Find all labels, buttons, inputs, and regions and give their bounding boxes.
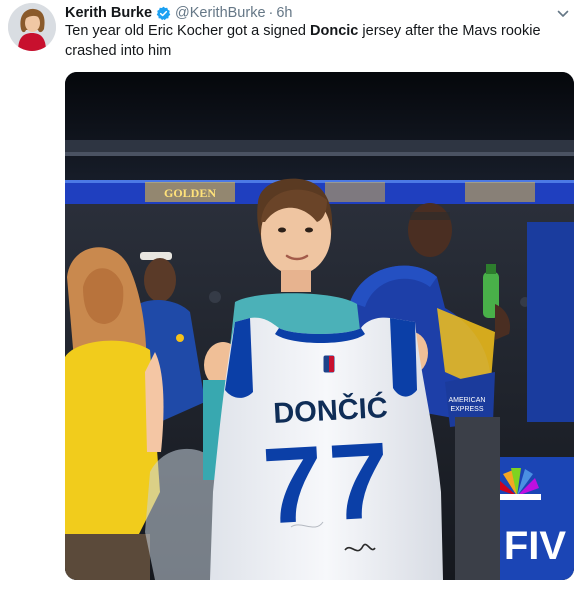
author-name[interactable]: Kerith Burke <box>65 5 152 21</box>
sponsor-board-text: FIV <box>504 524 567 568</box>
tweet-text: Ten year old Eric Kocher got a signed Do… <box>65 21 575 61</box>
tweet-photo[interactable]: GOLDEN FIV AMERICAN EXPRESS DONČIĆ 77 <box>65 72 574 580</box>
jersey-number: 77 <box>260 419 398 547</box>
tweet-header: Kerith Burke @KerithBurke · 6h <box>65 3 293 23</box>
sign-text-line1: AMERICAN <box>449 397 486 404</box>
tweet-text-part: Ten year old Eric Kocher got a signed <box>65 23 311 39</box>
arena-banner-text: GOLDEN <box>164 186 216 200</box>
timestamp[interactable]: 6h <box>276 5 292 21</box>
tweet-text-bold: Doncic <box>310 23 359 39</box>
tweet-card[interactable]: Kerith Burke @KerithBurke · 6h Ten year … <box>0 0 582 589</box>
author-handle[interactable]: @KerithBurke <box>175 5 265 21</box>
separator-dot: · <box>268 5 274 21</box>
avatar[interactable] <box>8 3 56 51</box>
verified-badge-icon <box>156 6 171 21</box>
photo-illustration: GOLDEN FIV AMERICAN EXPRESS DONČIĆ 77 <box>65 72 574 580</box>
sign-text-line2: EXPRESS <box>450 406 483 413</box>
chevron-down-icon[interactable] <box>557 7 569 19</box>
